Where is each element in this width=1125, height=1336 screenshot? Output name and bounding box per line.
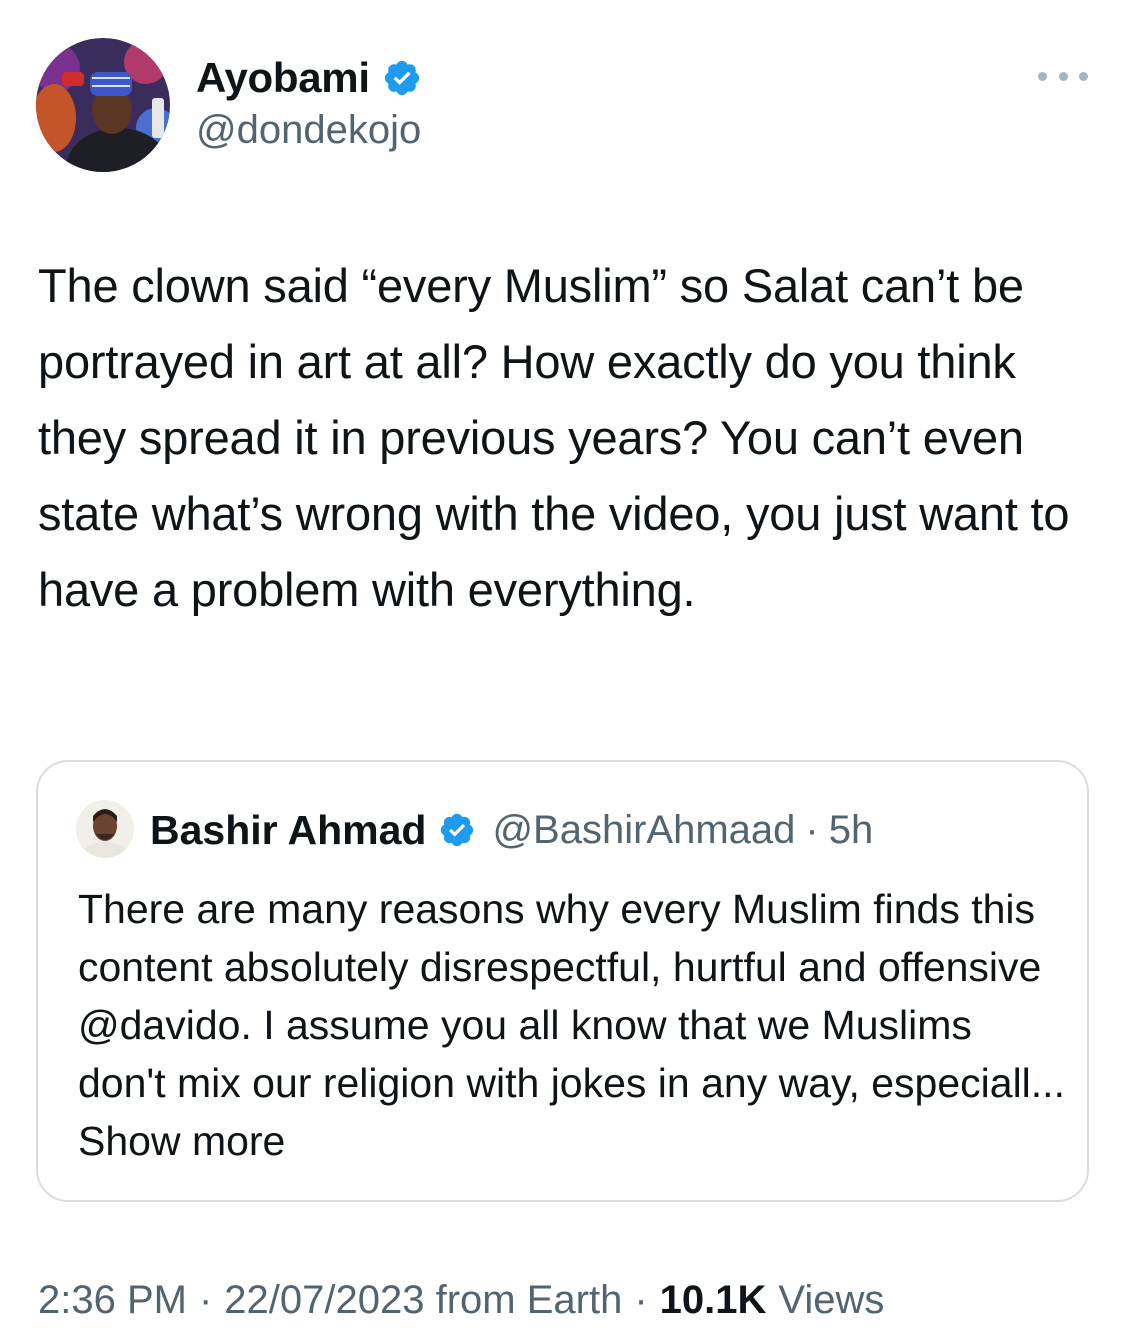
author-avatar[interactable] <box>36 38 170 172</box>
quoted-author-display-name[interactable]: Bashir Ahmad <box>150 807 426 854</box>
more-dot-icon <box>1038 71 1047 81</box>
meta-separator: · <box>198 1277 213 1322</box>
author-handle[interactable]: @dondekojo <box>196 108 421 153</box>
views-count[interactable]: 10.1K <box>660 1278 767 1323</box>
author-name-row: Ayobami <box>196 52 422 104</box>
more-menu-button[interactable] <box>1038 62 1088 90</box>
author-avatar-image <box>36 38 170 172</box>
quoted-author-avatar-image <box>76 800 134 858</box>
verified-badge-icon <box>384 60 419 96</box>
tweet-date-source: 22/07/2023 from Earth <box>224 1277 623 1322</box>
tweet-time[interactable]: 2:36 PM <box>38 1278 187 1323</box>
tweet-text: The clown said “every Muslim” so Salat c… <box>38 259 1070 616</box>
quoted-header-separator: · <box>805 807 819 852</box>
show-more-link[interactable]: Show more <box>78 1118 285 1164</box>
quoted-author-avatar[interactable] <box>76 800 134 858</box>
quoted-tweet-header: Bashir Ahmad @BashirAhmaad · 5h <box>150 804 873 856</box>
tweet-container: Ayobami @dondekojo The clown said “every… <box>0 0 1125 1336</box>
more-dot-icon <box>1079 71 1088 81</box>
quoted-tweet-text: There are many reasons why every Muslim … <box>78 880 1068 1170</box>
quoted-author-handle[interactable]: @BashirAhmaad <box>492 808 795 853</box>
quoted-tweet-body: There are many reasons why every Muslim … <box>78 886 1065 1106</box>
meta-separator: · <box>634 1277 648 1322</box>
quoted-tweet-time[interactable]: 5h <box>829 808 874 853</box>
author-display-name[interactable]: Ayobami <box>196 54 370 102</box>
views-label: Views <box>778 1277 885 1322</box>
more-dot-icon <box>1058 71 1068 81</box>
quoted-tweet-card[interactable]: Bashir Ahmad @BashirAhmaad · 5h There ar… <box>36 760 1089 1202</box>
quoted-verified-badge-icon <box>441 813 474 847</box>
tweet-meta: 2:36 PM · 22/07/2023 from Earth · 10.1K … <box>38 1274 884 1326</box>
